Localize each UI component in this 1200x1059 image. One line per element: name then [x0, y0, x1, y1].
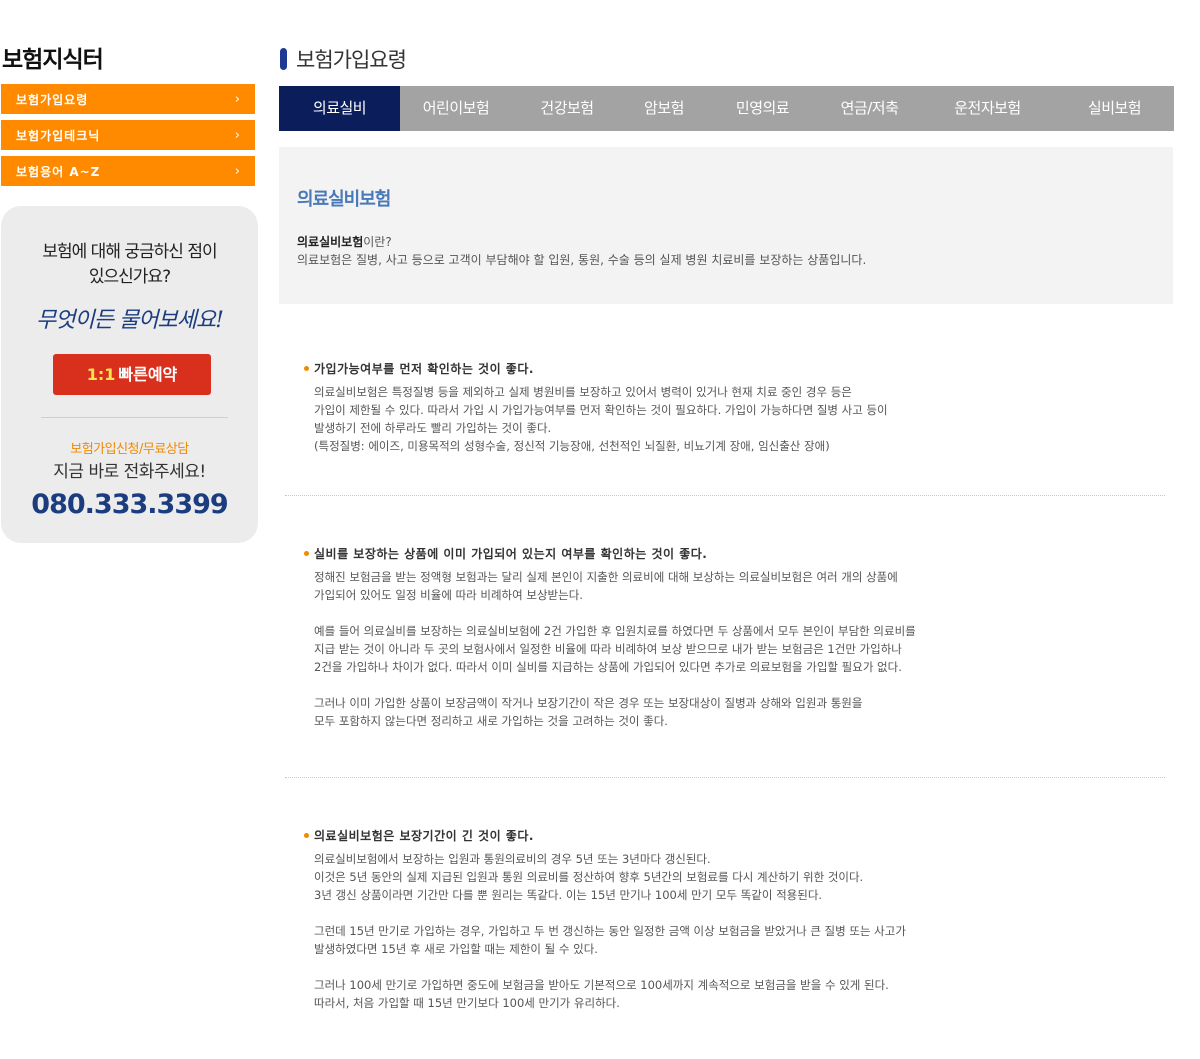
phone-number[interactable]: 080.333.3399 [1, 489, 258, 520]
bullet-icon [304, 551, 309, 556]
consult-box: 보험에 대해 궁금하신 점이 있으신가요? 무엇이든 물어보세요! 1:1 빠른예… [1, 206, 258, 543]
tab-children[interactable]: 어린이보험 [400, 86, 512, 131]
sidebar-title: 보험지식터 [2, 47, 104, 73]
section-title: 의료실비보험은 보장기간이 긴 것이 좋다. [304, 827, 1164, 844]
section-body: 의료실비보험에서 보장하는 입원과 통원의료비의 경우 5년 또는 3년마다 갱… [304, 850, 1164, 1012]
intro-description: 의료보험은 질병, 사고 등으로 고객이 부담해야 할 입원, 통원, 수술 등… [297, 253, 867, 267]
consult-call-text: 지금 바로 전화주세요! [53, 462, 206, 482]
tab-driver[interactable]: 운전자보험 [920, 86, 1055, 131]
tab-private-medical[interactable]: 민영의료 [706, 86, 819, 131]
consult-question: 보험에 대해 궁금하신 점이 있으신가요? [42, 242, 217, 287]
intro-question: 의료실비보험이란? [297, 233, 1155, 251]
section-paragraph: 정해진 보험금을 받는 정액형 보험과는 달리 실제 본인이 지출한 의료비에 … [314, 570, 898, 602]
sidebar-item-label: 보험가입요령 [16, 92, 89, 107]
intro-title: 의료실비보험 [297, 189, 391, 210]
intro-box: 의료실비보험 의료실비보험이란? 의료보험은 질병, 사고 등으로 고객이 부담… [279, 147, 1173, 304]
divider [41, 417, 228, 418]
tip-section: 실비를 보장하는 상품에 이미 가입되어 있는지 여부를 확인하는 것이 좋다.… [304, 545, 1164, 730]
sidebar-menu: 보험가입요령 › 보험가입테크닉 › 보험용어 A~Z › [1, 84, 255, 192]
title-bar-icon [280, 48, 287, 70]
consult-apply-text: 보험가입신청/무료상담 [70, 442, 189, 457]
chevron-right-icon: › [234, 91, 241, 107]
section-paragraph: 그런데 15년 만기로 가입하는 경우, 가입하고 두 번 갱신하는 동안 일정… [314, 924, 906, 956]
section-body: 정해진 보험금을 받는 정액형 보험과는 달리 실제 본인이 지출한 의료비에 … [304, 568, 1164, 730]
intro-question-rest: 이란? [363, 235, 392, 249]
sidebar-item-join-technique[interactable]: 보험가입테크닉 › [1, 120, 255, 150]
chevron-right-icon: › [234, 163, 241, 179]
tip-section: 의료실비보험은 보장기간이 긴 것이 좋다. 의료실비보험에서 보장하는 입원과… [304, 827, 1164, 1012]
divider [285, 495, 1165, 496]
tab-cancer[interactable]: 암보험 [622, 86, 706, 131]
section-paragraph: 그러나 100세 만기로 가입하면 중도에 보험금을 받아도 기본적으로 100… [314, 978, 889, 1010]
section-paragraph: 그러나 이미 가입한 상품이 보장금액이 작거나 보장기간이 작은 경우 또는 … [314, 696, 863, 728]
chevron-right-icon: › [234, 127, 241, 143]
tab-actual-expense[interactable]: 실비보험 [1055, 86, 1174, 131]
consult-slogan: 무엇이든 물어보세요! [36, 308, 224, 333]
bullet-icon [304, 366, 309, 371]
button-ratio-label: 1:1 [86, 365, 116, 384]
divider [285, 777, 1165, 778]
tab-health[interactable]: 건강보험 [512, 86, 622, 131]
section-paragraph: 의료실비보험은 특정질병 등을 제외하고 실제 병원비를 보장하고 있어서 병력… [314, 385, 888, 453]
category-tabs: 의료실비 어린이보험 건강보험 암보험 민영의료 연금/저축 운전자보험 실비보… [279, 86, 1174, 131]
tab-medical-expense[interactable]: 의료실비 [279, 86, 400, 131]
section-paragraph: 의료실비보험에서 보장하는 입원과 통원의료비의 경우 5년 또는 3년마다 갱… [314, 852, 864, 902]
tip-section: 가입가능여부를 먼저 확인하는 것이 좋다. 의료실비보험은 특정질병 등을 제… [304, 360, 1164, 455]
quick-reservation-button[interactable]: 1:1 빠른예약 [53, 354, 211, 395]
section-title: 가입가능여부를 먼저 확인하는 것이 좋다. [304, 360, 1164, 377]
section-body: 의료실비보험은 특정질병 등을 제외하고 실제 병원비를 보장하고 있어서 병력… [304, 383, 1164, 455]
sidebar-item-glossary[interactable]: 보험용어 A~Z › [1, 156, 255, 186]
button-label: 빠른예약 [118, 365, 178, 384]
section-title-text: 가입가능여부를 먼저 확인하는 것이 좋다. [314, 362, 534, 376]
page-title: 보험가입요령 [280, 44, 407, 74]
section-title: 실비를 보장하는 상품에 이미 가입되어 있는지 여부를 확인하는 것이 좋다. [304, 545, 1164, 562]
tab-pension-savings[interactable]: 연금/저축 [819, 86, 920, 131]
sidebar-item-label: 보험가입테크닉 [16, 128, 101, 143]
sidebar-item-label: 보험용어 A~Z [16, 164, 101, 179]
intro-question-bold: 의료실비보험 [297, 235, 364, 249]
sidebar-item-join-guide[interactable]: 보험가입요령 › [1, 84, 255, 114]
section-title-text: 의료실비보험은 보장기간이 긴 것이 좋다. [314, 829, 534, 843]
section-paragraph: 예를 들어 의료실비를 보장하는 의료실비보험에 2건 가입한 후 입원치료를 … [314, 624, 916, 674]
bullet-icon [304, 833, 309, 838]
page-title-text: 보험가입요령 [296, 48, 407, 72]
section-title-text: 실비를 보장하는 상품에 이미 가입되어 있는지 여부를 확인하는 것이 좋다. [314, 547, 708, 561]
